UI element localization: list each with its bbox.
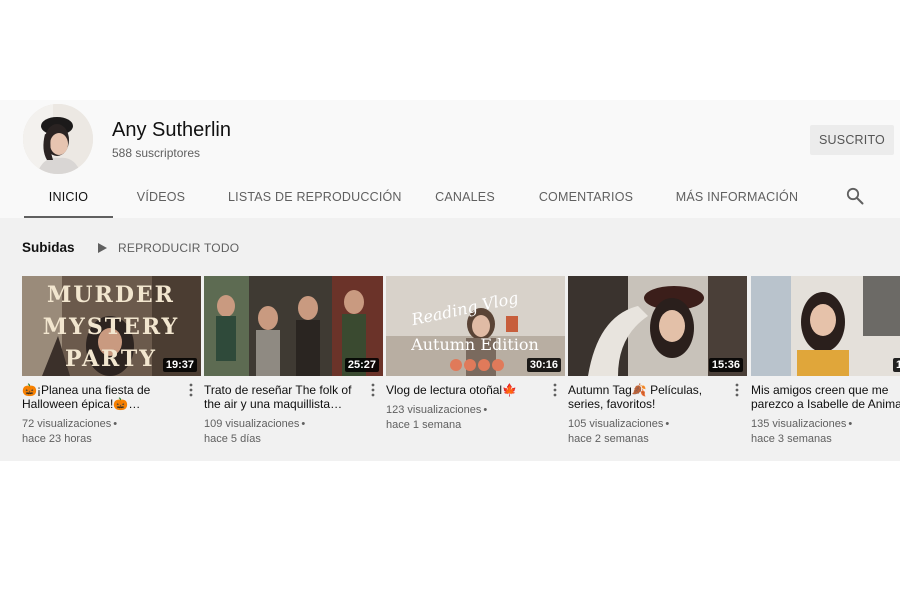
video-thumbnail[interactable]: Reading Vlog Autumn Edition 30:16 (386, 276, 565, 376)
meta-separator: • (665, 418, 670, 430)
more-options-icon[interactable] (551, 383, 559, 397)
video-thumbnail[interactable]: MURDER MYSTERY PARTY 19:37 (22, 276, 201, 376)
meta-separator: • (301, 418, 306, 430)
video-views-line: 72 visualizaciones • (22, 417, 197, 432)
video-duration: 19:37 (162, 358, 197, 372)
more-options-icon[interactable] (733, 383, 741, 397)
video-thumbnail[interactable]: 1 (751, 276, 900, 376)
tab-comments[interactable]: COMENTARIOS (538, 178, 634, 218)
video-views-line: 109 visualizaciones • (204, 417, 379, 432)
thumb-text-1: MURDER (47, 282, 175, 308)
video-age: hace 1 semana (386, 419, 462, 431)
video-age: hace 5 días (204, 433, 261, 445)
video-duration: 1 (893, 358, 900, 372)
channel-tabs: INICIO VÍDEOS LISTAS DE REPRODUCCIÓN CAN… (0, 178, 900, 218)
video-views-line: 105 visualizaciones • (568, 417, 743, 432)
shelf-title[interactable]: Subidas (22, 240, 75, 255)
video-duration: 15:36 (708, 358, 743, 372)
video-card[interactable]: MURDER MYSTERY PARTY 19:37 🎃¡Planea una … (22, 276, 202, 451)
tab-inicio[interactable]: INICIO (24, 178, 113, 218)
subscribed-button[interactable]: SUSCRITO (810, 125, 894, 155)
video-views: 135 visualizaciones (751, 418, 847, 430)
video-title[interactable]: Autumn Tag🍂 Películas, series, favoritos… (568, 383, 728, 411)
tab-about[interactable]: MÁS INFORMACIÓN (672, 178, 802, 218)
tab-channels[interactable]: CANALES (430, 178, 500, 218)
play-all-button[interactable]: REPRODUCIR TODO (96, 240, 239, 256)
video-card[interactable]: 1 Mis amigos creen que me parezco a Isab… (751, 276, 900, 451)
subscriber-count: 588 suscriptores (112, 146, 201, 160)
avatar-image (23, 104, 93, 174)
channel-avatar[interactable] (23, 104, 93, 174)
thumb-text-3: PARTY (65, 346, 157, 372)
video-views-line: 135 visualizaciones • (751, 417, 900, 432)
thumb-text-2: Autumn Edition (410, 335, 539, 354)
video-age: hace 3 semanas (751, 433, 832, 445)
video-views-line: 123 visualizaciones • (386, 403, 561, 418)
channel-name: Any Sutherlin (112, 119, 231, 141)
more-options-icon[interactable] (369, 383, 377, 397)
play-icon (98, 243, 107, 253)
video-title[interactable]: Trato de reseñar The folk of the air y u… (204, 383, 364, 411)
video-card[interactable]: 25:27 Trato de reseñar The folk of the a… (204, 276, 384, 451)
page: Any Sutherlin 588 suscriptores SUSCRITO … (0, 0, 900, 600)
video-views: 123 visualizaciones (386, 404, 482, 416)
video-card[interactable]: 15:36 Autumn Tag🍂 Películas, series, fav… (568, 276, 748, 451)
thumbnail-image (751, 276, 900, 376)
video-views: 72 visualizaciones (22, 418, 112, 430)
thumb-text-2: MYSTERY (43, 314, 179, 340)
video-duration: 30:16 (526, 358, 561, 372)
video-title[interactable]: 🎃¡Planea una fiesta de Halloween épica!🎃… (22, 383, 182, 411)
tab-playlists[interactable]: LISTAS DE REPRODUCCIÓN (228, 178, 401, 218)
meta-separator: • (483, 404, 488, 416)
video-views: 109 visualizaciones (204, 418, 300, 430)
video-duration: 25:27 (344, 358, 379, 372)
video-thumbnail[interactable]: 25:27 (204, 276, 383, 376)
video-views: 105 visualizaciones (568, 418, 664, 430)
video-age: hace 23 horas (22, 433, 92, 445)
more-options-icon[interactable] (187, 383, 195, 397)
play-all-label: REPRODUCIR TODO (118, 241, 240, 255)
meta-separator: • (848, 418, 853, 430)
video-age: hace 2 semanas (568, 433, 649, 445)
meta-separator: • (113, 418, 118, 430)
video-title[interactable]: Vlog de lectura otoñal🍁 (386, 383, 546, 397)
video-title[interactable]: Mis amigos creen que me parezco a Isabel… (751, 383, 900, 411)
tab-videos[interactable]: VÍDEOS (131, 178, 191, 218)
video-thumbnail[interactable]: 15:36 (568, 276, 747, 376)
search-icon[interactable] (846, 187, 864, 205)
video-card[interactable]: Reading Vlog Autumn Edition 30:16 Vlog d… (386, 276, 566, 451)
